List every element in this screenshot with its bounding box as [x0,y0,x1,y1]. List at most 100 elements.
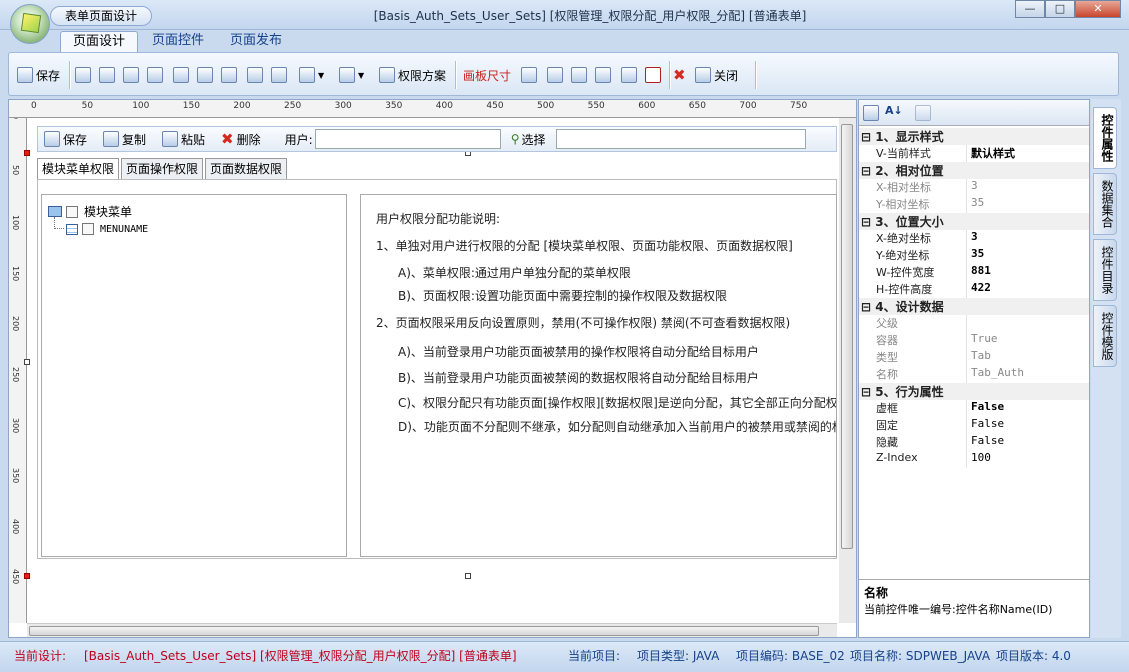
side-tab-control-templates[interactable]: 控件模版 [1093,305,1117,367]
select-user-button[interactable]: ⚲ 选择 [505,131,552,148]
align-horizontal-button[interactable] [521,64,540,86]
selection-handle[interactable] [24,359,30,365]
copy-tool-button[interactable] [197,64,216,86]
selection-handle[interactable] [465,573,471,579]
property-category[interactable]: ⊟ 4、设计数据 [859,298,1089,315]
vertical-scrollbar[interactable] [839,118,856,623]
canvas-size-button[interactable]: 画板尺寸 [463,64,511,86]
property-category[interactable]: ⊟ 1、显示样式 [859,128,1089,145]
settings-tool-button[interactable] [173,64,192,86]
form-copy-button[interactable]: 复制 [97,131,152,148]
close-page-button[interactable]: 关闭 [695,64,738,86]
property-row[interactable]: 虚框 False [859,400,1089,417]
property-value[interactable] [967,315,971,332]
property-value[interactable]: False [967,417,1004,434]
image-tool-button[interactable] [123,64,142,86]
tab-page-data-permission[interactable]: 页面数据权限 [205,158,288,180]
property-value[interactable]: 3 [967,230,978,247]
property-row[interactable]: 固定 False [859,417,1089,434]
align-tool-button[interactable] [99,64,118,86]
export-button[interactable] [621,64,640,86]
ruler-tick-label: 700 [739,101,757,111]
close-window-button[interactable]: ✕ [1075,0,1121,18]
property-row[interactable]: 类型 Tab [859,349,1089,366]
property-row[interactable]: Y-绝对坐标 35 [859,247,1089,264]
property-value[interactable]: 默认样式 [967,145,1015,162]
delete-tool-button[interactable]: ✖ [673,64,686,86]
property-value[interactable]: False [967,434,1004,451]
minimize-button[interactable]: — [1015,0,1045,18]
property-value[interactable]: 422 [967,281,991,298]
horizontal-scroll-thumb[interactable] [29,626,819,636]
collapse-icon[interactable]: ⊟ [861,164,871,178]
form-save-button[interactable]: 保存 [38,131,93,148]
properties-tool-button[interactable] [75,64,94,86]
property-value[interactable]: False [967,400,1004,417]
side-tab-datasets[interactable]: 数据集合 [1093,173,1117,235]
ruler-tick-label: 350 [11,468,20,484]
maximize-button[interactable]: □ [1045,0,1075,18]
side-tab-control-properties[interactable]: 控件属性 [1093,107,1117,169]
property-value[interactable]: Tab_Auth [967,366,1024,383]
send-back-button[interactable] [271,64,290,86]
bring-front-button[interactable] [247,64,266,86]
categorized-icon[interactable] [863,105,879,121]
distribute-vertical-button[interactable] [595,64,614,86]
vertical-scroll-thumb[interactable] [841,124,853,549]
collapse-icon[interactable]: ⊟ [861,215,871,229]
tab-page-design[interactable]: 页面设计 [60,31,139,53]
collapse-icon[interactable]: ⊟ [861,130,871,144]
property-value[interactable]: 35 [967,196,984,213]
collapse-icon[interactable]: ⊟ [861,385,871,399]
property-row[interactable]: W-控件宽度 881 [859,264,1089,281]
property-row[interactable]: X-相对坐标 3 [859,179,1089,196]
paste-tool-button[interactable] [221,64,240,86]
property-category[interactable]: ⊟ 3、位置大小 [859,213,1089,230]
property-row[interactable]: Y-相对坐标 35 [859,196,1089,213]
tree-child-node[interactable]: MENUNAME [66,223,148,235]
property-row[interactable]: V-当前样式 默认样式 [859,145,1089,162]
property-row[interactable]: 容器 True [859,332,1089,349]
property-row[interactable]: X-绝对坐标 3 [859,230,1089,247]
property-row[interactable]: H-控件高度 422 [859,281,1089,298]
tab-page-operation-permission[interactable]: 页面操作权限 [121,158,204,180]
property-category[interactable]: ⊟ 5、行为属性 [859,383,1089,400]
list-dropdown-button[interactable]: ▼ [339,64,364,86]
property-value[interactable]: Tab [967,349,991,366]
form-paste-button[interactable]: 粘贴 [156,131,211,148]
tree-child-checkbox[interactable] [82,223,94,235]
select-result-input[interactable] [555,129,806,149]
collapse-icon[interactable]: ⊟ [861,300,871,314]
horizontal-scrollbar[interactable] [27,623,837,637]
save-button[interactable]: 保存 [17,64,60,86]
tab-page-publish[interactable]: 页面发布 [218,31,294,53]
sort-az-icon[interactable]: A↓ [885,104,903,117]
app-orb-button[interactable] [10,4,50,44]
tab-module-menu-permission[interactable]: 模块菜单权限 [37,158,120,180]
design-canvas[interactable]: 保存 复制 粘贴 ✖ 删除 用户: ⚲ 选择 模块菜单权限 页面操作权限 页面数据权… [24,118,837,623]
selection-handle[interactable] [24,150,30,156]
property-value[interactable]: 100 [967,451,991,468]
grid-dropdown-button[interactable]: ▼ [299,64,324,86]
layout-tool-button[interactable] [147,64,166,86]
user-input[interactable] [314,129,501,149]
property-value[interactable]: 881 [967,264,991,281]
tab-page-controls[interactable]: 页面控件 [140,31,216,53]
property-row[interactable]: Z-Index 100 [859,451,1089,468]
text-format-button[interactable] [645,64,664,86]
align-vertical-button[interactable] [547,64,566,86]
property-row[interactable]: 隐藏 False [859,434,1089,451]
property-row[interactable]: 父级 [859,315,1089,332]
property-value[interactable]: 35 [967,247,984,264]
property-category[interactable]: ⊟ 2、相对位置 [859,162,1089,179]
selection-handle[interactable] [24,573,30,579]
form-delete-button[interactable]: ✖ 删除 [215,131,267,148]
property-row[interactable]: 名称 Tab_Auth [859,366,1089,383]
distribute-horizontal-button[interactable] [571,64,590,86]
permission-scheme-button[interactable]: 权限方案 [379,64,446,86]
side-tab-control-catalog[interactable]: 控件目录 [1093,239,1117,301]
property-pages-icon[interactable] [915,105,931,121]
property-value[interactable]: 3 [967,179,978,196]
tree-root-checkbox[interactable] [66,205,78,218]
property-value[interactable]: True [967,332,998,349]
